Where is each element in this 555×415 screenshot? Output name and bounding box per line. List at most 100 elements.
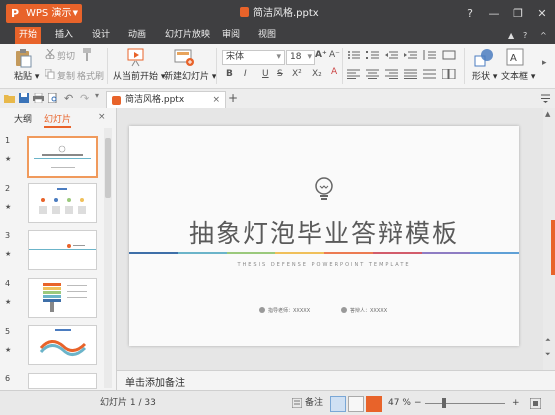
slide-subtitle[interactable]: THESIS DEFENSE POWERPOINT TEMPLATE: [129, 262, 519, 268]
slide-thumbnail-3[interactable]: [28, 230, 97, 270]
underline-button[interactable]: U: [262, 69, 269, 79]
slide-thumbnail-6[interactable]: [28, 373, 97, 389]
quick-access-more-icon[interactable]: ▾: [95, 91, 99, 100]
textbox-button[interactable]: 文本框 ▾: [501, 69, 535, 82]
help-button[interactable]: ?: [460, 0, 480, 27]
tab-outline[interactable]: 大纲: [14, 112, 32, 125]
from-current-button[interactable]: 从当前开始 ▾: [113, 69, 165, 82]
print-preview-icon[interactable]: [47, 92, 58, 106]
textbox-icon[interactable]: A: [506, 48, 524, 69]
align-right-icon[interactable]: [385, 69, 399, 82]
advisor-label[interactable]: 指导老师：XXXXX: [259, 307, 310, 314]
shapes-button[interactable]: 形状 ▾: [472, 69, 497, 82]
current-slide[interactable]: 抽象灯泡毕业答辩模板 THESIS DEFENSE POWERPOINT TEM…: [129, 126, 519, 346]
save-icon[interactable]: [19, 93, 29, 106]
subscript-button[interactable]: X₂: [312, 69, 322, 79]
new-slide-icon[interactable]: [173, 47, 195, 70]
undo-icon[interactable]: ↶: [64, 92, 73, 105]
paste-button[interactable]: 粘贴 ▾: [14, 69, 39, 82]
redo-icon[interactable]: ↷: [80, 92, 89, 105]
bold-button[interactable]: B: [226, 69, 233, 79]
align-center-icon[interactable]: [366, 69, 380, 82]
menu-animation[interactable]: 动画: [128, 27, 146, 44]
slide-thumbnail-1[interactable]: [27, 136, 98, 178]
slide-thumbnail-5[interactable]: [28, 325, 97, 365]
menu-design[interactable]: 设计: [92, 27, 110, 44]
text-direction-icon[interactable]: [442, 50, 456, 63]
decrease-indent-icon[interactable]: [385, 50, 399, 63]
menu-review[interactable]: 审阅: [222, 27, 240, 44]
cut-button[interactable]: 剪切: [57, 49, 75, 62]
prev-slide-icon[interactable]: ⏶: [545, 336, 551, 345]
close-button[interactable]: ✕: [532, 0, 552, 27]
format-painter-button[interactable]: 格式刷: [77, 69, 104, 82]
tab-slides[interactable]: 幻灯片: [44, 112, 72, 128]
color-stripe-segment: [372, 252, 422, 254]
slide-title[interactable]: 抽象灯泡毕业答辩模板: [129, 214, 519, 250]
tab-menu-icon[interactable]: [541, 94, 550, 106]
zoom-slider-thumb[interactable]: [441, 398, 446, 408]
line-spacing-icon[interactable]: [423, 50, 437, 63]
normal-view-button[interactable]: [330, 396, 346, 412]
thumbnail-scrollbar[interactable]: [104, 128, 112, 388]
menu-home[interactable]: 开始: [15, 27, 42, 44]
document-tab-label: 简洁风格.pptx: [125, 95, 185, 105]
copy-button[interactable]: 复制: [57, 69, 75, 82]
notes-toggle-button[interactable]: 备注: [305, 391, 323, 415]
collapse-ribbon-icon[interactable]: ^: [540, 27, 547, 44]
document-tab[interactable]: 简洁风格.pptx ×: [106, 91, 226, 109]
font-shrink-button[interactable]: A⁻: [329, 50, 340, 60]
zoom-out-button[interactable]: −: [414, 391, 422, 415]
menu-insert[interactable]: 插入: [55, 27, 73, 44]
fit-window-icon[interactable]: [529, 397, 542, 412]
app-menu-button[interactable]: P WPS 演示 ▼: [6, 4, 82, 23]
justify-icon[interactable]: [404, 69, 418, 82]
font-size-select[interactable]: 18 ▾: [286, 50, 315, 65]
menu-slideshow[interactable]: 幻灯片放映: [165, 27, 210, 44]
menu-view[interactable]: 视图: [258, 27, 276, 44]
shapes-icon[interactable]: [474, 48, 494, 71]
new-slide-button[interactable]: 新建幻灯片 ▾: [164, 69, 216, 82]
notes-area[interactable]: 单击添加备注: [117, 370, 555, 391]
close-panel-icon[interactable]: ×: [98, 112, 106, 122]
notes-placeholder[interactable]: 单击添加备注: [125, 374, 185, 389]
ribbon-more-icon[interactable]: ▸: [542, 58, 547, 68]
presenter-label[interactable]: 答辩人：XXXXX: [341, 307, 387, 314]
slide-sorter-button[interactable]: [348, 396, 364, 412]
align-left-icon[interactable]: [347, 69, 361, 82]
open-folder-icon[interactable]: [4, 93, 15, 106]
slide-thumbnail-2[interactable]: [28, 183, 97, 223]
skin-icon[interactable]: ▲: [508, 27, 514, 44]
italic-button[interactable]: I: [244, 69, 247, 79]
font-grow-button[interactable]: A⁺: [315, 50, 327, 60]
new-tab-button[interactable]: +: [228, 89, 238, 108]
print-icon[interactable]: [33, 92, 44, 106]
increase-indent-icon[interactable]: [404, 50, 418, 63]
font-color-icon[interactable]: A: [331, 67, 337, 77]
color-stripe-segment: [129, 252, 178, 254]
notes-toggle-icon[interactable]: [291, 397, 303, 411]
close-tab-icon[interactable]: ×: [212, 92, 220, 109]
maximize-button[interactable]: ❐: [508, 0, 528, 27]
superscript-button[interactable]: X²: [292, 69, 302, 79]
wps-logo-icon: P: [11, 7, 20, 20]
zoom-slider[interactable]: [425, 403, 505, 404]
numbered-list-icon[interactable]: [366, 50, 380, 63]
font-name-select[interactable]: 宋体 ▾: [222, 50, 285, 65]
next-slide-icon[interactable]: ⏷: [545, 350, 551, 359]
play-from-current-icon[interactable]: [126, 47, 146, 70]
svg-text:A: A: [510, 53, 517, 64]
columns-icon[interactable]: [441, 68, 456, 82]
scrollbar-thumb[interactable]: [105, 138, 111, 198]
slideshow-button[interactable]: [366, 396, 382, 412]
paste-icon[interactable]: [13, 48, 33, 71]
help-icon[interactable]: ?: [523, 27, 527, 44]
zoom-in-button[interactable]: +: [512, 391, 520, 415]
minimize-button[interactable]: —: [484, 0, 504, 27]
zoom-level[interactable]: 47 %: [388, 391, 411, 415]
distribute-icon[interactable]: [423, 69, 437, 82]
strikethrough-button[interactable]: S: [277, 69, 283, 79]
scroll-up-icon[interactable]: ▲: [545, 110, 550, 118]
bullet-list-icon[interactable]: [347, 50, 361, 63]
slide-thumbnail-4[interactable]: [28, 278, 97, 318]
